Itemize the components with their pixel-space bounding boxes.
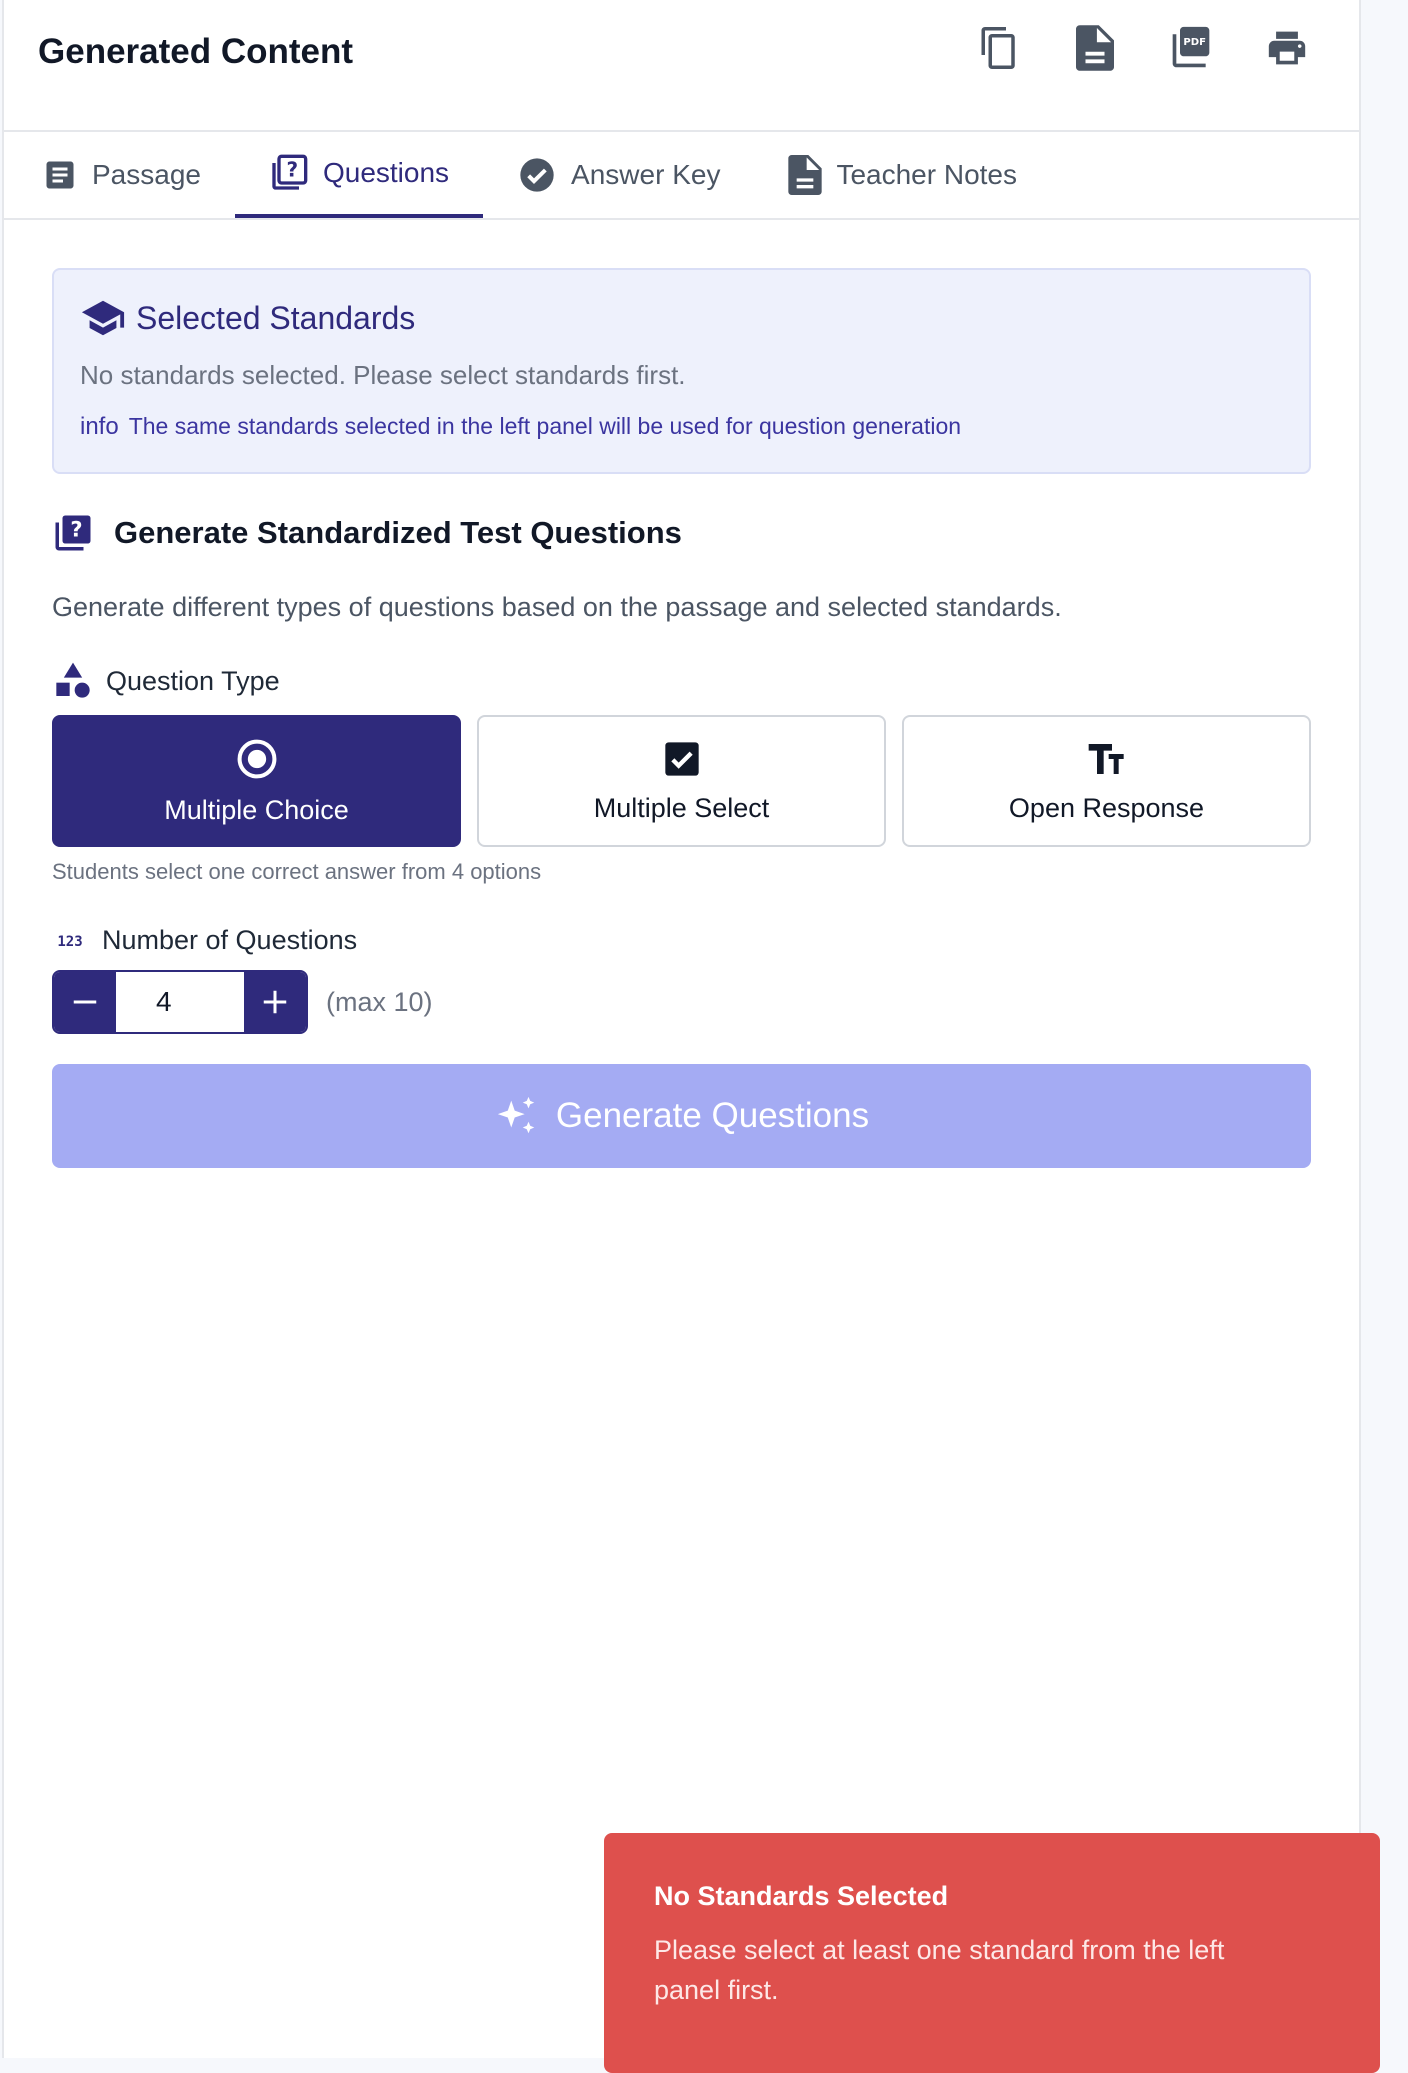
quantity-stepper	[52, 970, 308, 1034]
school-icon	[81, 300, 125, 336]
question-type-open-response[interactable]: Open Response	[902, 715, 1311, 847]
question-type-multiple-select[interactable]: Multiple Select	[477, 715, 886, 847]
increment-button[interactable]	[244, 972, 306, 1032]
selected-standards-heading: Selected Standards	[80, 298, 1283, 338]
pdf-icon: PDF	[1172, 26, 1210, 68]
tab-bar: Passage ? Questions Answer Key Teacher N…	[4, 132, 1359, 220]
tab-questions[interactable]: ? Questions	[234, 132, 484, 218]
svg-text:PDF: PDF	[1183, 37, 1206, 48]
check-circle-icon	[520, 158, 554, 192]
tab-label: Answer Key	[571, 159, 721, 190]
no-standards-message: No standards selected. Please select sta…	[80, 360, 686, 390]
page-title: Generated Content	[38, 32, 354, 71]
panel-header: Generated Content PDF	[4, 0, 1359, 132]
tab-answer-key[interactable]: Answer Key	[483, 132, 754, 218]
plus-icon	[263, 990, 287, 1014]
svg-text:123: 123	[57, 934, 82, 950]
toast-title: No Standards Selected	[654, 1881, 949, 1911]
document-button[interactable]	[1069, 22, 1121, 74]
text-fields-icon	[1088, 743, 1124, 774]
generate-section-heading: ? Generate Standardized Test Questions	[52, 512, 1311, 554]
generate-description: Generate different types of questions ba…	[52, 592, 1062, 622]
article-icon	[46, 161, 74, 189]
question-count-input[interactable]	[116, 972, 244, 1032]
print-button[interactable]	[1261, 22, 1313, 74]
print-icon	[1268, 31, 1306, 65]
max-questions-hint: (max 10)	[326, 986, 433, 1017]
generated-content-panel: Generated Content PDF Passage ? Question…	[2, 0, 1361, 2058]
question-type-label: Open Response	[1008, 792, 1205, 823]
quiz-icon: ?	[55, 515, 91, 551]
document-icon	[1076, 25, 1114, 71]
standards-info-text: The same standards selected in the left …	[128, 413, 962, 439]
decrement-button[interactable]	[54, 972, 116, 1032]
tab-label: Questions	[322, 157, 450, 188]
selected-standards-box: Selected Standards No standards selected…	[52, 268, 1311, 474]
questions-tab-content: Selected Standards No standards selected…	[4, 268, 1359, 1168]
copy-icon	[981, 27, 1015, 69]
tab-label: Teacher Notes	[836, 159, 1017, 190]
info-icon: info	[80, 413, 119, 440]
header-actions: PDF	[973, 22, 1313, 74]
toast-message: Please select at least one standard from…	[654, 1935, 1225, 2005]
number-stepper-row: (max 10)	[52, 970, 1311, 1034]
standards-info-note: info The same standards selected in the …	[80, 413, 1283, 441]
generate-questions-label: Generate Questions	[555, 1096, 870, 1135]
tab-teacher-notes[interactable]: Teacher Notes	[754, 132, 1051, 218]
question-type-hint: Students select one correct answer from …	[52, 859, 542, 884]
number-of-questions-text: Number of Questions	[102, 925, 358, 955]
number-of-questions-label: 123 Number of Questions	[52, 925, 1311, 956]
description-icon	[788, 155, 823, 195]
copy-button[interactable]	[973, 22, 1025, 74]
sparkles-icon	[497, 1096, 535, 1134]
question-type-options: Multiple Choice Multiple Select Open Res…	[52, 715, 1311, 847]
generate-section-title: Generate Standardized Test Questions	[114, 515, 682, 550]
question-type-label: Question Type	[52, 661, 1311, 701]
question-type-label: Multiple Choice	[164, 794, 349, 825]
generate-questions-button[interactable]: Generate Questions	[52, 1064, 1311, 1168]
checkbox-checked-icon	[664, 741, 699, 776]
question-type-multiple-choice[interactable]: Multiple Choice	[52, 715, 461, 847]
pdf-button[interactable]: PDF	[1165, 22, 1217, 74]
numbers-123-icon: 123	[57, 934, 82, 950]
category-icon	[56, 662, 90, 698]
question-type-label: Multiple Select	[593, 792, 770, 823]
error-toast[interactable]: No Standards Selected Please select at l…	[604, 1833, 1380, 2073]
quiz-icon: ?	[272, 154, 308, 190]
selected-standards-title: Selected Standards	[136, 299, 416, 336]
svg-text:?: ?	[70, 518, 82, 542]
svg-text:?: ?	[286, 157, 298, 181]
minus-icon	[73, 1000, 97, 1004]
question-type-text: Question Type	[106, 665, 280, 696]
radio-checked-icon	[237, 739, 276, 778]
tab-passage[interactable]: Passage	[4, 132, 235, 218]
tab-label: Passage	[92, 159, 201, 190]
